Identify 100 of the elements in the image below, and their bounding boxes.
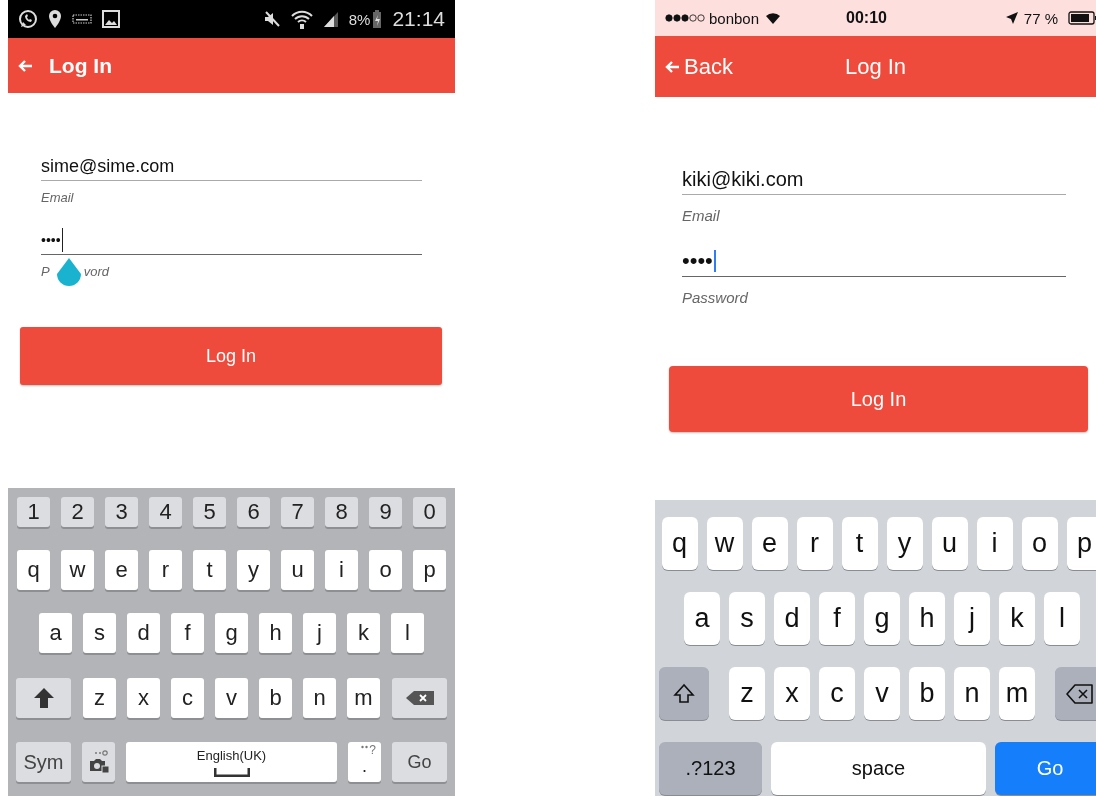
backspace-key[interactable]	[392, 678, 447, 718]
space-key[interactable]: English(UK)	[126, 742, 337, 782]
letter-key[interactable]: u	[281, 550, 314, 590]
letter-key[interactable]: a	[684, 592, 720, 645]
digit-key[interactable]: 9	[369, 497, 402, 527]
carrier-name: bonbon	[709, 9, 760, 27]
letter-key[interactable]: w	[706, 517, 743, 570]
digit-key[interactable]: 6	[237, 497, 270, 527]
letter-key[interactable]: g	[215, 613, 248, 653]
login-button[interactable]: Log In	[20, 327, 442, 385]
location-arrow-icon	[1005, 12, 1018, 24]
digit-key[interactable]: 5	[193, 497, 226, 527]
digit-key[interactable]: 3	[105, 497, 138, 527]
battery-percentage: 8%	[348, 10, 371, 28]
letter-key[interactable]: h	[909, 592, 945, 645]
letter-key[interactable]: v	[215, 678, 248, 718]
wifi-icon	[290, 9, 313, 29]
mute-icon	[262, 10, 281, 28]
letter-key[interactable]: d	[127, 613, 160, 653]
input-field[interactable]: sime@sime.com	[41, 152, 422, 181]
letter-key[interactable]: i	[976, 517, 1013, 570]
letter-key[interactable]: z	[83, 678, 116, 718]
screen-title: Log In	[844, 53, 907, 80]
letter-key[interactable]: n	[303, 678, 336, 718]
letter-key[interactable]: q	[661, 517, 698, 570]
letter-key[interactable]: j	[303, 613, 336, 653]
letter-key[interactable]: d	[774, 592, 810, 645]
letter-key[interactable]: f	[819, 592, 855, 645]
wifi-icon	[765, 12, 782, 24]
letter-key[interactable]: g	[864, 592, 900, 645]
letter-key[interactable]: c	[819, 667, 855, 720]
camera-key[interactable]	[82, 742, 115, 782]
letter-key[interactable]: e	[751, 517, 788, 570]
letter-key[interactable]: y	[886, 517, 923, 570]
letter-key[interactable]: k	[999, 592, 1035, 645]
letter-key[interactable]: a	[39, 613, 72, 653]
letter-key[interactable]: t	[193, 550, 226, 590]
digit-key[interactable]: 8	[325, 497, 358, 527]
letter-key[interactable]: x	[774, 667, 810, 720]
letter-key[interactable]: b	[259, 678, 292, 718]
spacebar-icon	[213, 767, 250, 777]
letter-key[interactable]: b	[909, 667, 945, 720]
letter-key[interactable]: l	[1044, 592, 1080, 645]
digit-key[interactable]: 0	[413, 497, 446, 527]
letter-key[interactable]: u	[931, 517, 968, 570]
letter-key[interactable]: o	[1021, 517, 1058, 570]
letter-key[interactable]: c	[171, 678, 204, 718]
shift-arrow-icon	[673, 682, 695, 705]
letter-key[interactable]: h	[259, 613, 292, 653]
signal-icon	[322, 11, 339, 27]
letter-key[interactable]: i	[325, 550, 358, 590]
field-label: vord	[83, 264, 109, 279]
letter-key[interactable]: f	[171, 613, 204, 653]
letter-key[interactable]: m	[347, 678, 380, 718]
digit-key[interactable]: 1	[17, 497, 50, 527]
letter-key[interactable]: t	[841, 517, 878, 570]
battery-icon	[372, 10, 383, 28]
letter-key[interactable]: j	[954, 592, 990, 645]
input-field[interactable]: ••••	[682, 246, 1066, 277]
space-key[interactable]: space	[771, 742, 986, 795]
letter-key[interactable]: r	[796, 517, 833, 570]
symbols-key[interactable]: Sym	[16, 742, 71, 782]
letter-key[interactable]: w	[61, 550, 94, 590]
field-label: Email	[41, 190, 75, 205]
image-icon	[102, 10, 120, 28]
period-key[interactable]: ? .	[348, 742, 381, 782]
shift-arrow-icon	[32, 687, 55, 709]
letter-key[interactable]: s	[83, 613, 116, 653]
letter-key[interactable]: o	[369, 550, 402, 590]
back-button[interactable]: Back	[665, 53, 733, 80]
go-key[interactable]: Go	[392, 742, 447, 782]
login-button[interactable]: Log In	[669, 366, 1088, 432]
keyboard-icon	[72, 13, 92, 25]
letter-key[interactable]: x	[127, 678, 160, 718]
backspace-key[interactable]	[1055, 667, 1096, 720]
digit-key[interactable]: 2	[61, 497, 94, 527]
back-arrow-icon	[665, 59, 680, 74]
digit-key[interactable]: 7	[281, 497, 314, 527]
letter-key[interactable]: m	[999, 667, 1035, 720]
shift-key[interactable]	[659, 667, 709, 720]
letter-key[interactable]: z	[729, 667, 765, 720]
letter-key[interactable]: e	[105, 550, 138, 590]
input-field[interactable]: kiki@kiki.com	[682, 164, 1066, 195]
letter-key[interactable]: v	[864, 667, 900, 720]
back-button[interactable]	[18, 58, 33, 73]
letter-key[interactable]: q	[17, 550, 50, 590]
input-field[interactable]: ••••	[41, 226, 422, 255]
symbols-key[interactable]: .?123	[659, 742, 762, 795]
dots-icon	[361, 745, 369, 749]
letter-key[interactable]: p	[413, 550, 446, 590]
letter-key[interactable]: s	[729, 592, 765, 645]
letter-key[interactable]: l	[391, 613, 424, 653]
go-key[interactable]: Go	[995, 742, 1096, 795]
shift-key[interactable]	[16, 678, 71, 718]
letter-key[interactable]: r	[149, 550, 182, 590]
letter-key[interactable]: y	[237, 550, 270, 590]
digit-key[interactable]: 4	[149, 497, 182, 527]
letter-key[interactable]: n	[954, 667, 990, 720]
letter-key[interactable]: p	[1066, 517, 1096, 570]
letter-key[interactable]: k	[347, 613, 380, 653]
